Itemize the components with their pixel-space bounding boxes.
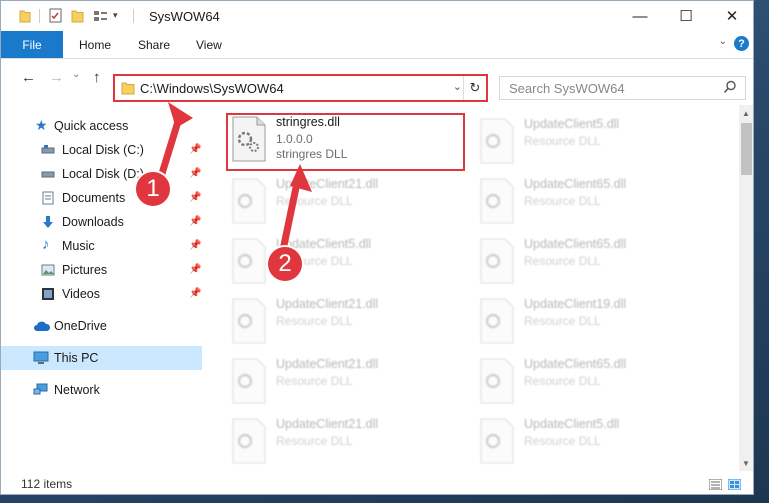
arrow-2 [279,174,302,254]
step-badge-2: 2 [266,245,304,283]
arrow-1-head [168,102,193,128]
step-badge-1: 1 [134,170,172,208]
annotation-overlay [156,102,312,254]
